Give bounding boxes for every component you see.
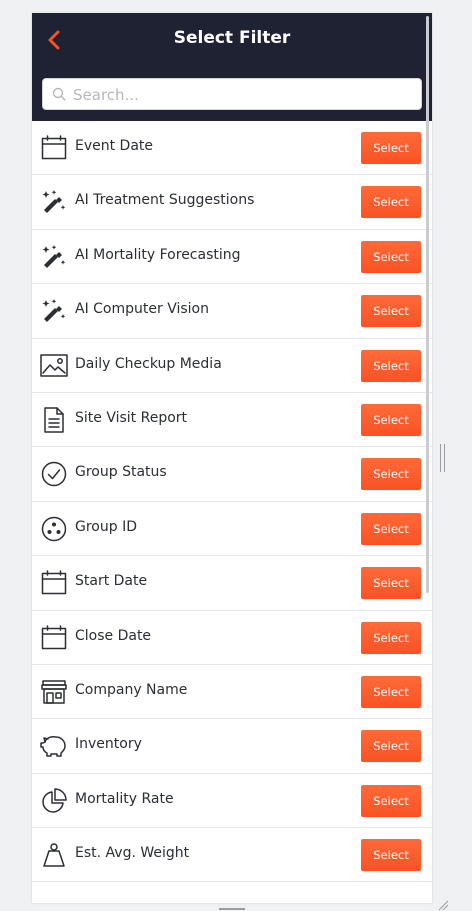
filter-row: Event Date Select (32, 121, 432, 176)
filter-row: Group ID Select (32, 502, 432, 557)
filter-label: Mortality Rate (75, 790, 174, 807)
check-circle-icon (40, 460, 68, 488)
filter-row: Site Visit Report Select (32, 393, 432, 448)
magic-wand-icon (40, 188, 68, 216)
document-icon (40, 406, 68, 434)
magic-wand-icon (40, 243, 68, 271)
group-id-icon (40, 515, 68, 543)
filter-label: Group ID (75, 518, 137, 535)
calendar-icon (40, 624, 68, 652)
search-input[interactable] (71, 79, 415, 111)
filter-label: Group Status (75, 464, 167, 481)
filter-row: Company Name Select (32, 665, 432, 720)
filter-label: AI Computer Vision (75, 301, 209, 318)
select-button[interactable]: Select (361, 675, 421, 708)
header: Select Filter (32, 13, 432, 121)
filter-row: Close Date Select (32, 611, 432, 665)
filter-row: Mortality Rate Select (32, 774, 432, 829)
search-icon (52, 87, 66, 101)
filter-row: AI Mortality Forecasting Select (32, 230, 432, 285)
filter-row: Start Date Select (32, 556, 432, 611)
select-button[interactable]: Select (361, 567, 421, 600)
pie-chart-icon (40, 787, 68, 815)
select-button[interactable]: Select (361, 186, 421, 219)
filter-label: Est. Avg. Weight (75, 845, 190, 862)
filter-panel: Select Filter Event DateSelectAI Treatme… (32, 13, 432, 903)
select-button[interactable]: Select (361, 784, 421, 817)
filter-row: Group Status Select (32, 447, 432, 502)
select-button[interactable]: Select (361, 621, 421, 654)
image-icon (40, 352, 68, 380)
filter-row: Daily Checkup Media Select (32, 339, 432, 393)
select-button[interactable]: Select (361, 132, 421, 164)
filter-label: Site Visit Report (75, 409, 188, 426)
magic-wand-icon (40, 297, 68, 325)
filter-label: Inventory (75, 736, 142, 753)
resize-handle[interactable] (440, 444, 445, 472)
filter-row: Est. Avg. Weight Select (32, 828, 432, 883)
filter-label: AI Mortality Forecasting (75, 246, 241, 263)
filter-label: Daily Checkup Media (75, 355, 222, 372)
filter-row: Inventory Select (32, 719, 432, 774)
search-box[interactable] (42, 78, 422, 111)
calendar-icon (40, 134, 68, 162)
select-button[interactable]: Select (361, 295, 421, 328)
filter-list: Event Date Select AI Treatment Suggestions… (32, 121, 432, 883)
filter-row: AI Computer Vision Select (32, 284, 432, 339)
filter-row: AI Treatment Suggestions Select (32, 175, 432, 230)
weight-icon (40, 841, 68, 869)
filter-label: Event Date (75, 138, 154, 154)
select-button[interactable]: Select (361, 458, 421, 491)
page-title: Select Filter (173, 28, 291, 48)
bottom-handle (219, 908, 245, 910)
select-button[interactable]: Select (361, 240, 421, 273)
select-button[interactable]: Select (361, 512, 421, 545)
store-icon (40, 678, 68, 706)
select-button[interactable]: Select (361, 349, 421, 382)
piggy-bank-icon (40, 732, 68, 760)
calendar-icon (40, 569, 68, 597)
filter-label: Start Date (75, 573, 148, 590)
scrollbar[interactable] (426, 16, 429, 593)
select-button[interactable]: Select (361, 730, 421, 763)
filter-label: Company Name (75, 681, 188, 698)
filter-label: AI Treatment Suggestions (75, 192, 255, 209)
select-button[interactable]: Select (361, 839, 421, 872)
filter-label: Close Date (75, 627, 152, 644)
corner-grip-icon[interactable] (437, 900, 449, 911)
select-button[interactable]: Select (361, 403, 421, 436)
